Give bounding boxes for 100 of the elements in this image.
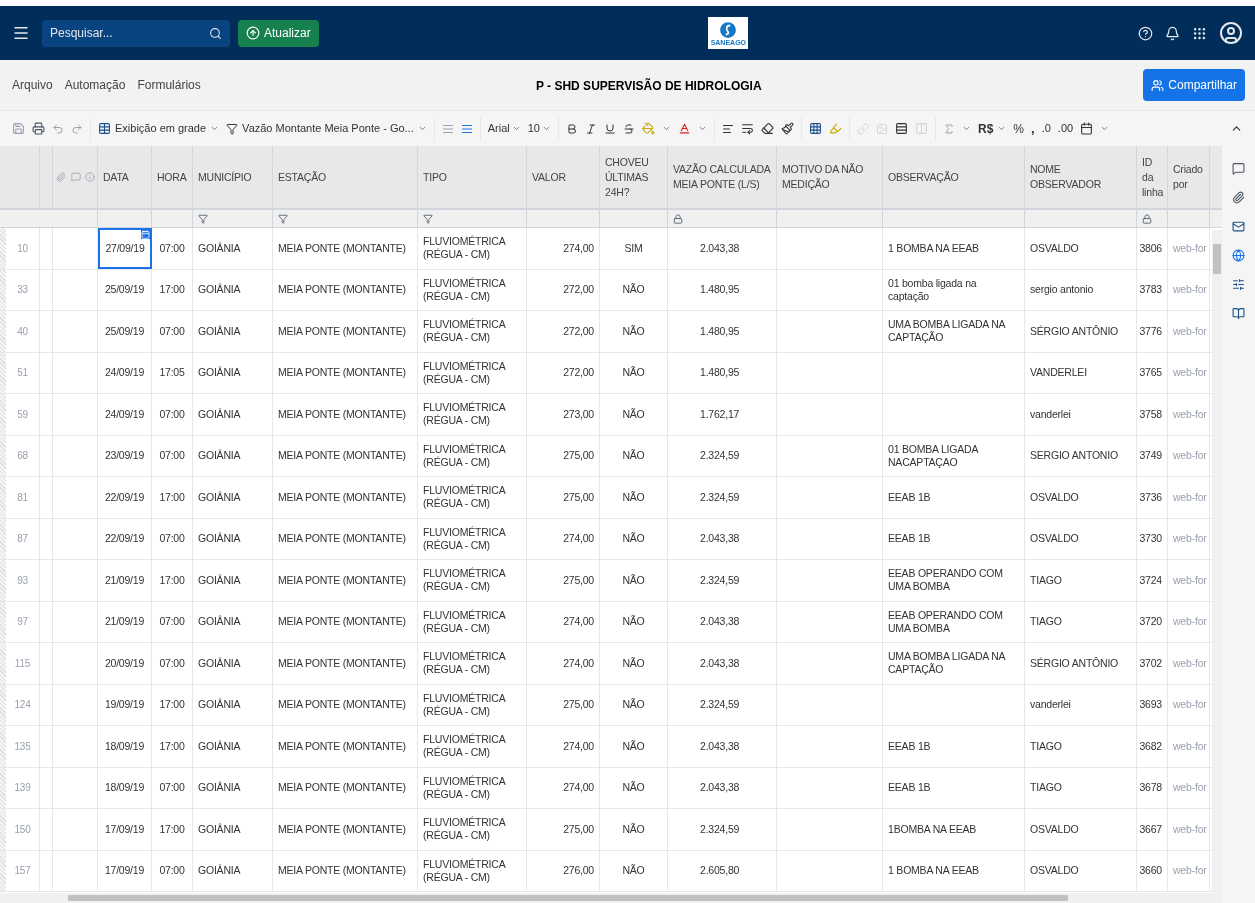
table-cell: 24/09/19 bbox=[98, 352, 152, 393]
table-cell: 272,00 bbox=[527, 352, 600, 393]
table-cell: 07:00 bbox=[152, 767, 193, 808]
table-cell: GOIÂNIA bbox=[193, 601, 273, 642]
mail-icon[interactable] bbox=[1232, 220, 1245, 233]
sliders-icon[interactable] bbox=[1232, 278, 1245, 291]
menu-item[interactable]: Arquivo bbox=[12, 76, 53, 94]
table-cell: 18/09/19 bbox=[98, 767, 152, 808]
fill-color-icon[interactable] bbox=[642, 122, 655, 135]
filter-icon[interactable] bbox=[198, 213, 208, 224]
table-cell: 3765 bbox=[1137, 352, 1168, 393]
table-cell: GOIÂNIA bbox=[193, 269, 273, 310]
column-header[interactable]: CHOVEU ÚLTIMAS 24H? bbox=[600, 146, 668, 208]
caret-icon bbox=[542, 124, 551, 133]
filter-icon[interactable] bbox=[278, 213, 288, 224]
grid-icon[interactable] bbox=[809, 122, 822, 135]
column-header[interactable]: Criado por bbox=[1168, 146, 1210, 208]
insert-row-icon[interactable] bbox=[895, 122, 908, 135]
wrap-text-icon[interactable] bbox=[741, 122, 754, 135]
table-cell: OSVALDO bbox=[1025, 809, 1137, 850]
table-cell: MEIA PONTE (MONTANTE) bbox=[273, 269, 418, 310]
menu-item[interactable]: Automação bbox=[64, 76, 126, 94]
table-cell: 17/09/19 bbox=[98, 809, 152, 850]
column-header[interactable]: ID da linha bbox=[1137, 146, 1168, 208]
row-number: 135 bbox=[6, 726, 40, 767]
apps-icon[interactable] bbox=[1192, 25, 1207, 41]
vertical-scrollbar[interactable] bbox=[1212, 230, 1222, 893]
table-cell: 25/09/19 bbox=[98, 311, 152, 352]
format-painter-icon[interactable] bbox=[781, 122, 794, 135]
row-number: 68 bbox=[6, 435, 40, 476]
column-header[interactable]: OBSERVAÇÃO bbox=[883, 146, 1025, 208]
table-cell: FLUVIOMÉTRICA (RÉGUA - CM) bbox=[418, 726, 527, 767]
print-icon[interactable] bbox=[32, 122, 45, 135]
globe-icon[interactable] bbox=[1232, 249, 1245, 262]
search-field[interactable]: Pesquisar... bbox=[42, 19, 230, 47]
table-cell: TIAGO bbox=[1025, 767, 1137, 808]
table-cell: 1 BOMBA NA EEAB bbox=[883, 228, 1025, 269]
column-header[interactable]: VALOR bbox=[527, 146, 600, 208]
filter-dropdown[interactable]: Vazão Montante Meia Ponte - Go... bbox=[226, 120, 427, 137]
table-cell: vanderlei bbox=[1025, 684, 1137, 725]
view-dropdown[interactable]: Exibição em grade bbox=[98, 120, 220, 137]
cell-calendar-icon[interactable] bbox=[141, 230, 150, 239]
table-cell: VANDERLEI bbox=[1025, 352, 1137, 393]
calendar-icon[interactable] bbox=[1080, 122, 1094, 135]
column-header[interactable]: DATA bbox=[98, 146, 152, 208]
menu-item[interactable]: Formulários bbox=[137, 76, 201, 94]
search-icon[interactable] bbox=[209, 26, 222, 40]
comma-button[interactable]: , bbox=[1031, 118, 1035, 139]
table-cell: vanderlei bbox=[1025, 394, 1137, 435]
table-cell: EEAB 1B bbox=[883, 767, 1025, 808]
underline-icon[interactable] bbox=[604, 122, 616, 135]
table-cell: 3682 bbox=[1137, 726, 1168, 767]
table-cell: 2.324,59 bbox=[668, 809, 777, 850]
currency-button[interactable]: R$ bbox=[978, 119, 1007, 138]
text-color-icon[interactable] bbox=[678, 122, 691, 135]
column-header[interactable]: ESTAÇÃO bbox=[273, 146, 418, 208]
table-cell: 3736 bbox=[1137, 477, 1168, 518]
column-header[interactable]: MUNICÍPIO bbox=[193, 146, 273, 208]
horizontal-scrollbar[interactable] bbox=[0, 893, 1222, 903]
column-header[interactable]: VAZÃO CALCULADA MEIA PONTE (L/S) bbox=[668, 146, 777, 208]
column-header[interactable]: MOTIVO DA NÃO MEDIÇÃO bbox=[777, 146, 883, 208]
bell-icon[interactable] bbox=[1165, 25, 1180, 41]
size-dropdown[interactable]: 10 bbox=[527, 120, 551, 137]
table-cell: SIM bbox=[600, 228, 668, 269]
logo-icon bbox=[719, 20, 738, 39]
table-cell: NÃO bbox=[600, 560, 668, 601]
bold-icon[interactable] bbox=[566, 122, 578, 135]
table-cell: 3730 bbox=[1137, 518, 1168, 559]
table-cell: 1.480,95 bbox=[668, 311, 777, 352]
column-header[interactable]: TIPO bbox=[418, 146, 527, 208]
table-cell: 07:00 bbox=[152, 518, 193, 559]
eraser-icon[interactable] bbox=[761, 122, 774, 135]
font-dropdown[interactable]: Arial bbox=[487, 120, 521, 137]
italic-icon[interactable] bbox=[585, 122, 597, 135]
filter-icon[interactable] bbox=[423, 213, 433, 224]
row-number: 93 bbox=[6, 560, 40, 601]
column-header[interactable]: NOME OBSERVADOR bbox=[1025, 146, 1137, 208]
menu-icon[interactable] bbox=[12, 24, 30, 42]
column-header[interactable]: HORA bbox=[152, 146, 193, 208]
percent-button[interactable]: % bbox=[1013, 119, 1024, 138]
strikethrough-icon[interactable] bbox=[623, 122, 635, 135]
comment-icon[interactable] bbox=[1232, 162, 1245, 175]
caret-icon bbox=[662, 124, 671, 133]
decimal-button[interactable]: .0 bbox=[1041, 120, 1051, 137]
avatar-icon[interactable] bbox=[1219, 21, 1243, 45]
attachment-icon[interactable] bbox=[1232, 191, 1245, 204]
table-cell: 24/09/19 bbox=[98, 394, 152, 435]
help-icon[interactable] bbox=[1138, 25, 1153, 41]
align-icon[interactable] bbox=[722, 122, 734, 135]
table-cell: NÃO bbox=[600, 518, 668, 559]
users-icon bbox=[1151, 78, 1165, 92]
table-cell: 3667 bbox=[1137, 809, 1168, 850]
share-button[interactable]: Compartilhar bbox=[1143, 69, 1245, 101]
indent-icon[interactable] bbox=[460, 122, 473, 135]
table-cell: 3702 bbox=[1137, 643, 1168, 684]
book-icon[interactable] bbox=[1232, 307, 1245, 320]
update-button[interactable]: Atualizar bbox=[238, 19, 319, 47]
table-cell: 2.043,38 bbox=[668, 767, 777, 808]
info-icon bbox=[85, 172, 95, 182]
decimal-button[interactable]: .00 bbox=[1057, 120, 1074, 137]
